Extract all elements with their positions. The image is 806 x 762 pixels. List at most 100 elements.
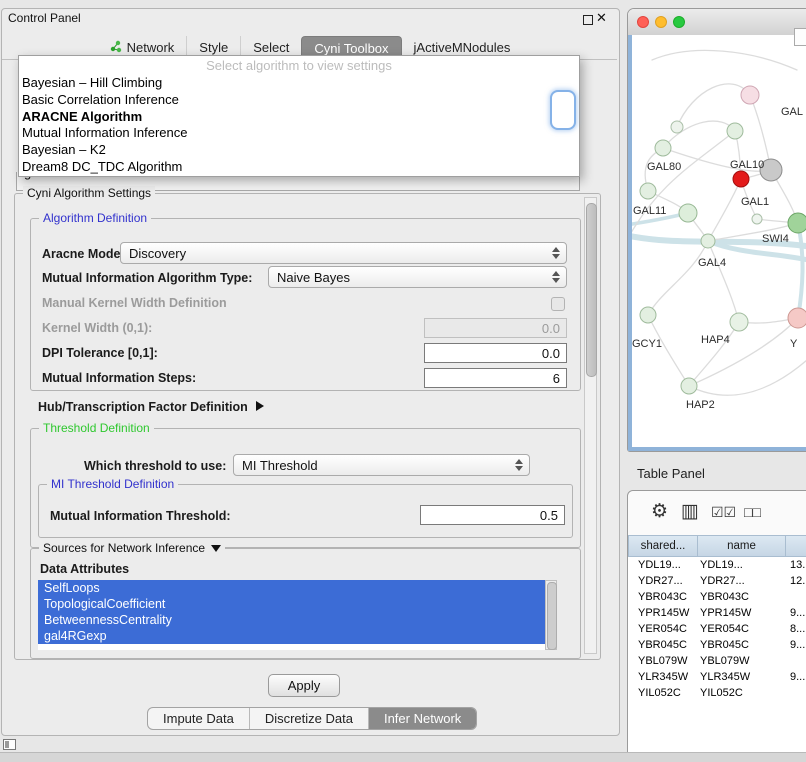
network-node[interactable] [681,378,697,394]
aracne-mode-combobox[interactable]: Discovery [120,242,567,264]
panel-corner-icon[interactable] [3,739,16,750]
table-cell: YBR043C [628,591,698,603]
float-window-icon[interactable] [583,15,593,25]
select-all-icon[interactable]: ☑☑ [711,504,736,521]
network-node[interactable] [679,204,697,222]
table-header: shared...name [628,535,806,557]
mi-steps-label: Mutual Information Steps: [42,371,196,385]
attribute-item-selfloops[interactable]: SelfLoops [38,580,545,596]
network-node-label: Y [790,338,798,350]
dpi-tolerance-label: DPI Tolerance [0,1]: [42,346,158,360]
close-button[interactable] [637,16,649,28]
network-tab-icon [109,40,122,56]
kernel-width-field[interactable] [424,318,567,338]
minimize-button[interactable] [655,16,667,28]
dropdown-option-mutual-information-inference[interactable]: Mutual Information Inference [19,124,579,141]
sources-group-toggle[interactable]: Sources for Network Inference [39,541,225,555]
network-edge [708,179,741,241]
network-node[interactable] [640,183,656,199]
table-row[interactable]: YLR345WYLR345W9... [628,669,806,685]
focused-widget-fragment[interactable] [552,92,574,128]
network-node[interactable] [727,123,743,139]
mi-threshold-field[interactable] [420,505,565,525]
settings-scrollbar[interactable] [584,197,597,654]
table-cell: 12... [786,575,806,587]
network-node-label: GAL [781,106,803,118]
dropdown-option-bayesian-hill-climbing[interactable]: Bayesian – Hill Climbing [19,74,579,91]
network-node-label: GAL80 [647,161,681,173]
attribute-item-gal4rgexp[interactable]: gal4RGexp [38,628,545,644]
table-cell: YDL19... [698,559,786,571]
table-row[interactable]: YBR045CYBR045C9... [628,637,806,653]
bottom-tab-impute-data[interactable]: Impute Data [148,708,249,729]
table-row[interactable]: YPR145WYPR145W9... [628,605,806,621]
network-node[interactable] [752,214,762,224]
table-row[interactable]: YDL19...YDL19...13... [628,557,806,573]
scrollbar-thumb[interactable] [547,582,557,650]
network-node[interactable] [741,86,759,104]
table-cell: 9... [786,671,806,683]
dropdown-option-aracne-algorithm[interactable]: ARACNE Algorithm [19,108,579,125]
network-edge [689,322,739,386]
table-row[interactable]: YER054CYER054C8... [628,621,806,637]
column-header-clipped[interactable] [786,535,806,557]
dpi-tolerance-field[interactable] [424,343,567,363]
column-header-name[interactable]: name [698,535,786,557]
network-node[interactable] [655,140,671,156]
column-header-shared[interactable]: shared... [628,535,698,557]
network-canvas[interactable]: GALGAL80GAL10GAL1GAL11SWI4GAL4GCY1HAP4YH… [628,35,806,451]
data-attributes-label: Data Attributes [40,562,129,576]
network-scroll-corner[interactable] [794,28,806,46]
network-node[interactable] [733,171,749,187]
dropdown-option-bayesian-k2[interactable]: Bayesian – K2 [19,141,579,158]
network-node-label: SWI4 [762,233,789,245]
dropdown-option-basic-correlation-inference[interactable]: Basic Correlation Inference [19,91,579,108]
mi-type-value: Naive Bayes [277,270,350,285]
apply-button[interactable]: Apply [268,674,340,697]
attribute-item-topologicalcoefficient[interactable]: TopologicalCoefficient [38,596,545,612]
network-node-label: GCY1 [632,338,662,350]
aracne-mode-label: Aracne Mode: [42,247,125,261]
network-node[interactable] [701,234,715,248]
table-panel-title: Table Panel [637,466,705,481]
attribute-list-scrollbar[interactable] [545,580,557,650]
threshold-definition-title: Threshold Definition [39,421,154,435]
bottom-tab-bar: Impute DataDiscretize DataInfer Network [147,707,477,730]
mi-type-combobox[interactable]: Naive Bayes [268,266,567,288]
network-graph: GALGAL80GAL10GAL1GAL11SWI4GAL4GCY1HAP4YH… [632,35,806,447]
bottom-tab-discretize-data[interactable]: Discretize Data [249,708,368,729]
algorithm-definition-title: Algorithm Definition [39,211,151,225]
network-window-titlebar[interactable] [628,9,806,36]
table-toolbar: ⚙ ▥ ☑☑ □□ [628,491,806,536]
table-row[interactable]: YIL052CYIL052C [628,685,806,701]
manual-kernel-checkbox[interactable] [551,297,565,311]
network-node[interactable] [788,308,806,328]
network-node[interactable] [788,213,806,233]
tab-label: jActiveMNodules [414,40,511,55]
mi-steps-field[interactable] [424,368,567,388]
table-cell: YBR045C [698,639,786,651]
tab-label: Network [127,40,175,55]
table-cell: YBR045C [628,639,698,651]
column-browser-icon[interactable]: ▥ [681,500,699,523]
zoom-button[interactable] [673,16,685,28]
dropdown-option-dream8-dc-tdc-algorithm[interactable]: Dream8 DC_TDC Algorithm [19,158,579,175]
network-node[interactable] [730,313,748,331]
network-node[interactable] [640,307,656,323]
close-icon[interactable]: ✕ [596,10,607,26]
table-row[interactable]: YDR27...YDR27...12... [628,573,806,589]
table-cell: YLR345W [628,671,698,683]
hub-definition-toggle[interactable]: Hub/Transcription Factor Definition [38,400,264,414]
table-row[interactable]: YBL079WYBL079W [628,653,806,669]
deselect-all-icon[interactable]: □□ [744,504,761,520]
which-threshold-combobox[interactable]: MI Threshold [233,454,530,476]
network-node[interactable] [671,121,683,133]
tab-label: Style [199,40,228,55]
attribute-item-betweennesscentrality[interactable]: BetweennessCentrality [38,612,545,628]
network-edge [652,50,797,70]
bottom-tab-infer-network[interactable]: Infer Network [368,708,476,729]
table-row[interactable]: YBR043CYBR043C [628,589,806,605]
gear-icon[interactable]: ⚙ [651,500,668,523]
table-cell: YBR043C [698,591,786,603]
settings-scrollbar-thumb[interactable] [586,203,597,377]
